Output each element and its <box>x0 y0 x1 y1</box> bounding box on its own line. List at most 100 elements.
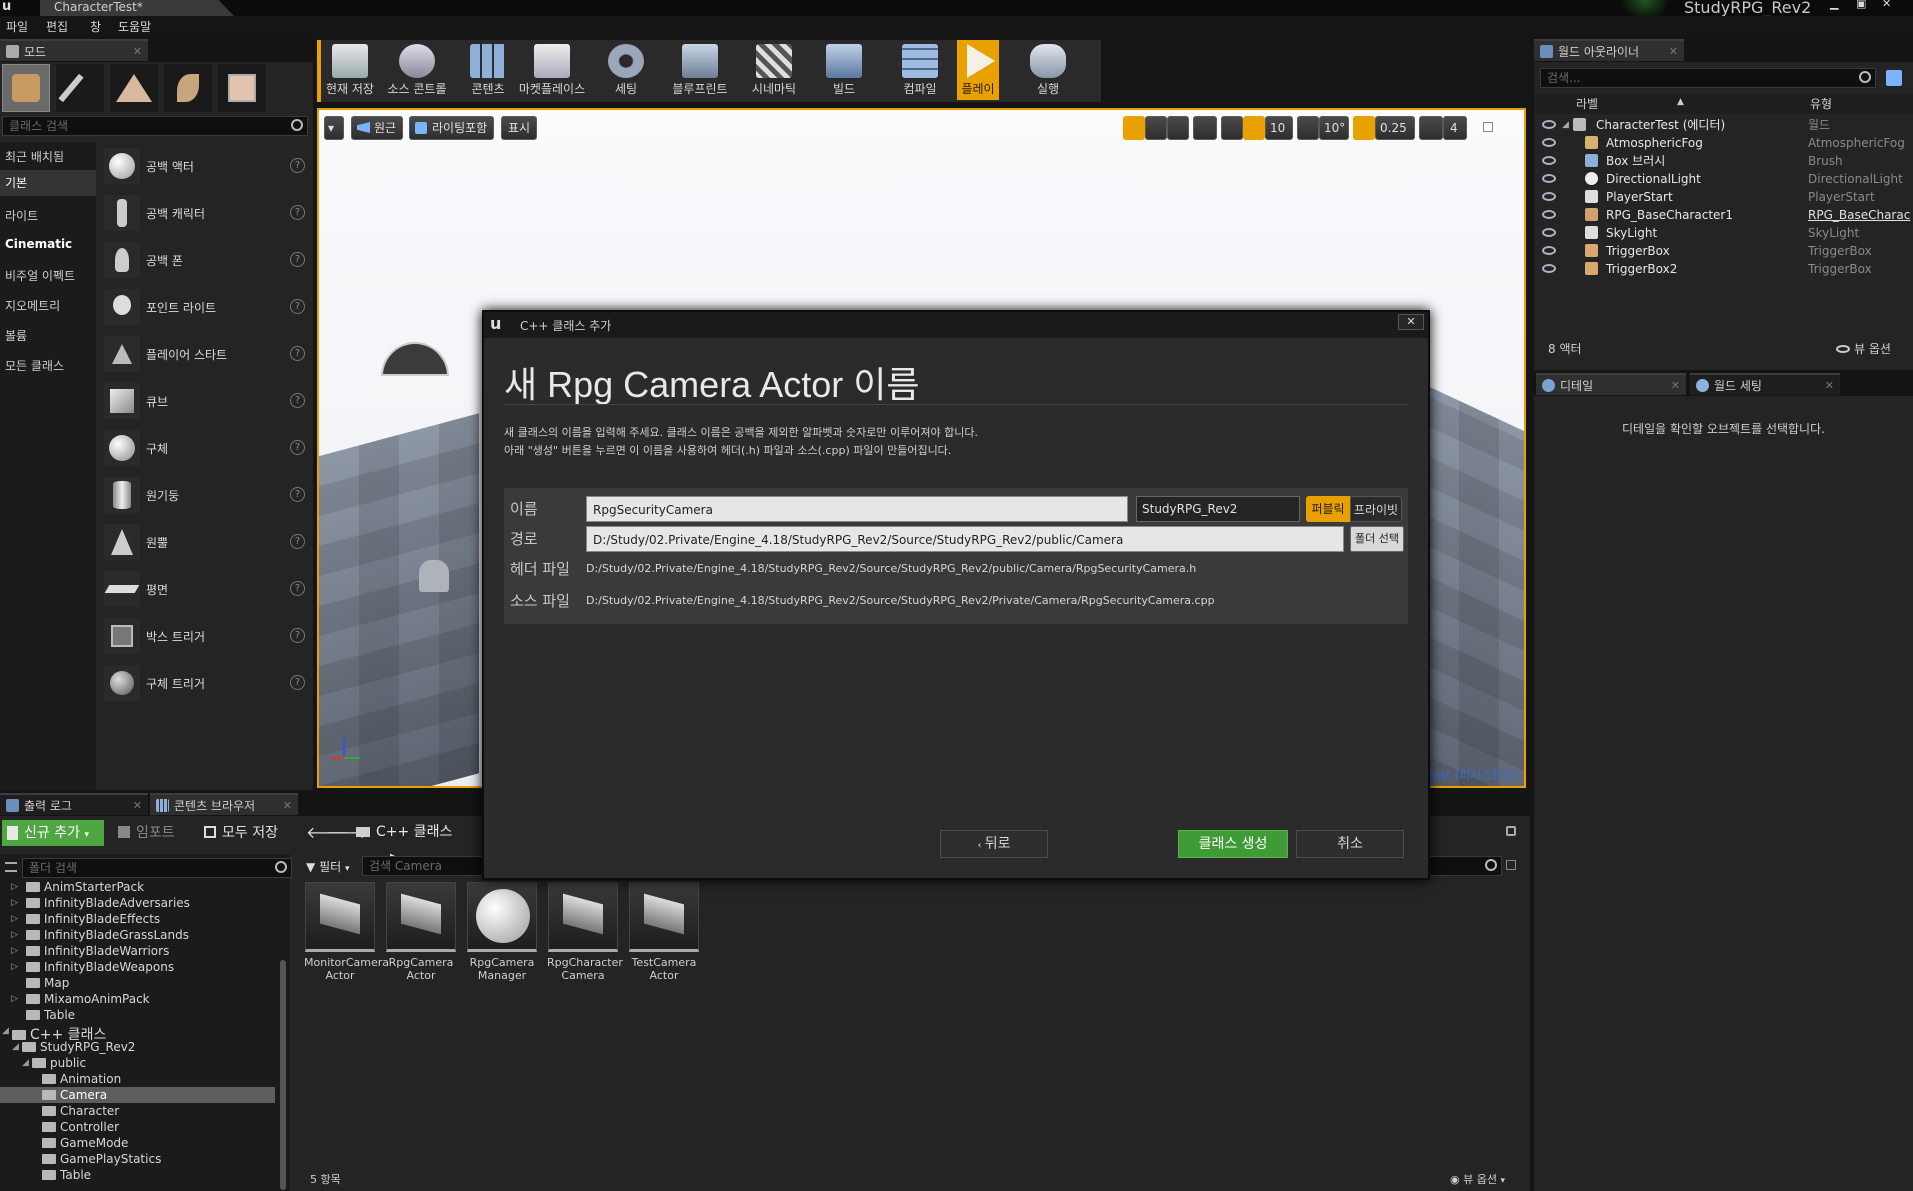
grid-snap-icon[interactable] <box>1243 116 1265 140</box>
list-item-cylinder[interactable]: 원기둥 ? <box>104 475 305 515</box>
list-item-sphere-trigger[interactable]: 구체 트리거 ? <box>104 663 305 703</box>
folder-item[interactable]: GameMode <box>42 1136 128 1150</box>
content-browser-tab[interactable]: 콘텐츠 브라우저 ✕ <box>150 793 298 815</box>
outliner-tab[interactable]: 월드 아웃라이너 ✕ <box>1534 39 1684 61</box>
folder-search-input[interactable]: 폴더 검색 <box>22 858 292 878</box>
asset-tile[interactable]: RpgCamera Manager <box>466 882 538 982</box>
close-icon[interactable]: ✕ <box>1825 375 1834 397</box>
menu-edit[interactable]: 편집 <box>46 16 68 38</box>
level-tab[interactable]: CharacterTest* <box>40 0 234 16</box>
lighting-mode-button[interactable]: 라이팅포함 <box>409 116 495 140</box>
outliner-row-world[interactable]: ◢ CharacterTest (에디터) 월드 <box>1540 116 1913 134</box>
label-column-header[interactable]: 라벨 <box>1576 94 1598 114</box>
marketplace-button[interactable]: 마켓플레이스 <box>517 40 587 100</box>
build-button[interactable]: 빌드 <box>815 40 873 100</box>
skylight-gizmo-icon[interactable] <box>381 342 449 376</box>
content-view-options[interactable]: ◉ 뷰 옵션 ▾ <box>1450 1171 1505 1187</box>
category-geometry[interactable]: 지오메트리 <box>5 297 60 314</box>
outliner-row[interactable]: DirectionalLight DirectionalLight <box>1540 170 1913 188</box>
help-icon[interactable]: ? <box>290 675 305 690</box>
folder-item[interactable]: Character <box>42 1104 119 1118</box>
type-column-header[interactable]: 유형 <box>1810 94 1832 114</box>
close-icon[interactable]: ✕ <box>1671 375 1680 397</box>
category-cinematic[interactable]: Cinematic <box>5 237 72 251</box>
category-visual-effects[interactable]: 비주얼 이펙트 <box>5 267 75 284</box>
outliner-row[interactable]: TriggerBox TriggerBox <box>1540 242 1913 260</box>
save-current-button[interactable]: 현재 저장 <box>321 40 379 100</box>
eye-icon[interactable] <box>1542 138 1556 147</box>
play-button[interactable]: 플레이 <box>957 40 999 100</box>
help-icon[interactable]: ? <box>290 158 305 173</box>
category-lights[interactable]: 라이트 <box>5 207 38 224</box>
folder-item[interactable]: GamePlayStatics <box>42 1152 161 1166</box>
tree-scrollbar[interactable] <box>280 960 286 1190</box>
help-icon[interactable]: ? <box>290 346 305 361</box>
path-input[interactable]: D:/Study/02.Private/Engine_4.18/StudyRPG… <box>586 526 1344 552</box>
outliner-row[interactable]: RPG_BaseCharacter1 RPG_BaseCharac <box>1540 206 1913 224</box>
player-start-gizmo-icon[interactable] <box>419 560 449 592</box>
expand-arrow-icon[interactable]: ▷ <box>11 898 18 908</box>
add-actor-icon[interactable] <box>1886 70 1902 86</box>
folder-item[interactable]: MixamoAnimPack <box>26 992 150 1006</box>
camera-speed-value[interactable]: 4 <box>1443 116 1467 140</box>
outliner-row[interactable]: PlayerStart PlayerStart <box>1540 188 1913 206</box>
add-new-button[interactable]: 신규 추가 ▾ <box>2 820 104 846</box>
folder-item[interactable]: Table <box>26 1008 75 1022</box>
folder-item[interactable]: InfinityBladeWarriors <box>26 944 169 958</box>
collapse-arrow-icon[interactable]: ◢ <box>12 1042 19 1052</box>
collapse-arrow-icon[interactable]: ◢ <box>22 1058 29 1068</box>
landscape-mode-icon[interactable] <box>110 64 158 112</box>
expand-arrow-icon[interactable]: ◢ <box>1562 116 1569 134</box>
outliner-row[interactable]: TriggerBox2 TriggerBox <box>1540 260 1913 278</box>
list-item-cube[interactable]: 큐브 ? <box>104 381 305 421</box>
eye-icon[interactable] <box>1542 264 1556 273</box>
maximize-viewport-icon[interactable] <box>1483 122 1493 132</box>
outliner-row[interactable]: SkyLight SkyLight <box>1540 224 1913 242</box>
asset-tile[interactable]: RpgCharacter Camera <box>547 882 623 982</box>
help-icon[interactable]: ? <box>290 252 305 267</box>
window-controls[interactable]: ▁ ▣ ✕ <box>1822 0 1913 12</box>
back-button[interactable]: ‹ 뒤로 <box>940 830 1048 858</box>
help-icon[interactable]: ? <box>290 534 305 549</box>
close-icon[interactable]: ✕ <box>133 795 142 817</box>
expand-arrow-icon[interactable]: ▷ <box>11 994 18 1004</box>
tree-toggle-icon[interactable] <box>5 862 17 872</box>
folder-item[interactable]: InfinityBladeWeapons <box>26 960 174 974</box>
folder-item[interactable]: InfinityBladeEffects <box>26 912 160 926</box>
close-icon[interactable]: ✕ <box>1669 41 1678 63</box>
menu-window[interactable]: 창 <box>90 16 101 38</box>
list-item-point-light[interactable]: 포인트 라이트 ? <box>104 287 305 327</box>
list-item-sphere[interactable]: 구체 ? <box>104 428 305 468</box>
launch-button[interactable]: 실행 <box>1019 40 1077 100</box>
list-item-empty-actor[interactable]: 공백 액터 ? <box>104 146 305 186</box>
expand-arrow-icon[interactable]: ▷ <box>11 962 18 972</box>
eye-icon[interactable] <box>1542 246 1556 255</box>
minimize-icon[interactable]: ▁ <box>1830 0 1838 10</box>
asset-tile[interactable]: RpgCamera Actor <box>385 882 457 982</box>
outliner-row[interactable]: Box 브러시 Brush <box>1540 152 1913 170</box>
outliner-row[interactable]: AtmosphericFog AtmosphericFog <box>1540 134 1913 152</box>
translate-tool-icon[interactable] <box>1123 116 1145 140</box>
filter-button[interactable]: ▼ 필터 ▾ <box>306 858 350 875</box>
asset-tile[interactable]: MonitorCamera Actor <box>304 882 389 982</box>
folder-item[interactable]: Animation <box>42 1072 121 1086</box>
folder-item[interactable]: AnimStarterPack <box>26 880 144 894</box>
category-recent[interactable]: 최근 배치됨 <box>5 148 64 165</box>
help-icon[interactable]: ? <box>290 205 305 220</box>
folder-item[interactable]: InfinityBladeGrassLands <box>26 928 189 942</box>
create-class-button[interactable]: 클래스 생성 <box>1178 830 1288 858</box>
place-mode-icon[interactable] <box>2 64 50 112</box>
dialog-close-button[interactable]: ✕ <box>1398 314 1424 330</box>
close-icon[interactable]: ✕ <box>133 41 142 63</box>
help-icon[interactable]: ? <box>290 393 305 408</box>
category-volumes[interactable]: 볼륨 <box>5 327 27 344</box>
outliner-view-options[interactable]: 뷰 옵션 <box>1854 338 1891 360</box>
public-toggle[interactable]: 퍼블릭 <box>1306 496 1350 522</box>
scale-snap-icon[interactable] <box>1353 116 1375 140</box>
category-all-classes[interactable]: 모든 클래스 <box>5 357 64 374</box>
settings-button[interactable]: 세팅 <box>597 40 655 100</box>
list-item-empty-character[interactable]: 공백 캐릭터 ? <box>104 193 305 233</box>
module-dropdown[interactable]: StudyRPG_Rev2 (Runtime) ▼ <box>1136 496 1300 540</box>
output-log-tab[interactable]: 출력 로그 ✕ <box>0 793 148 815</box>
content-button[interactable]: 콘텐츠 <box>459 40 517 100</box>
